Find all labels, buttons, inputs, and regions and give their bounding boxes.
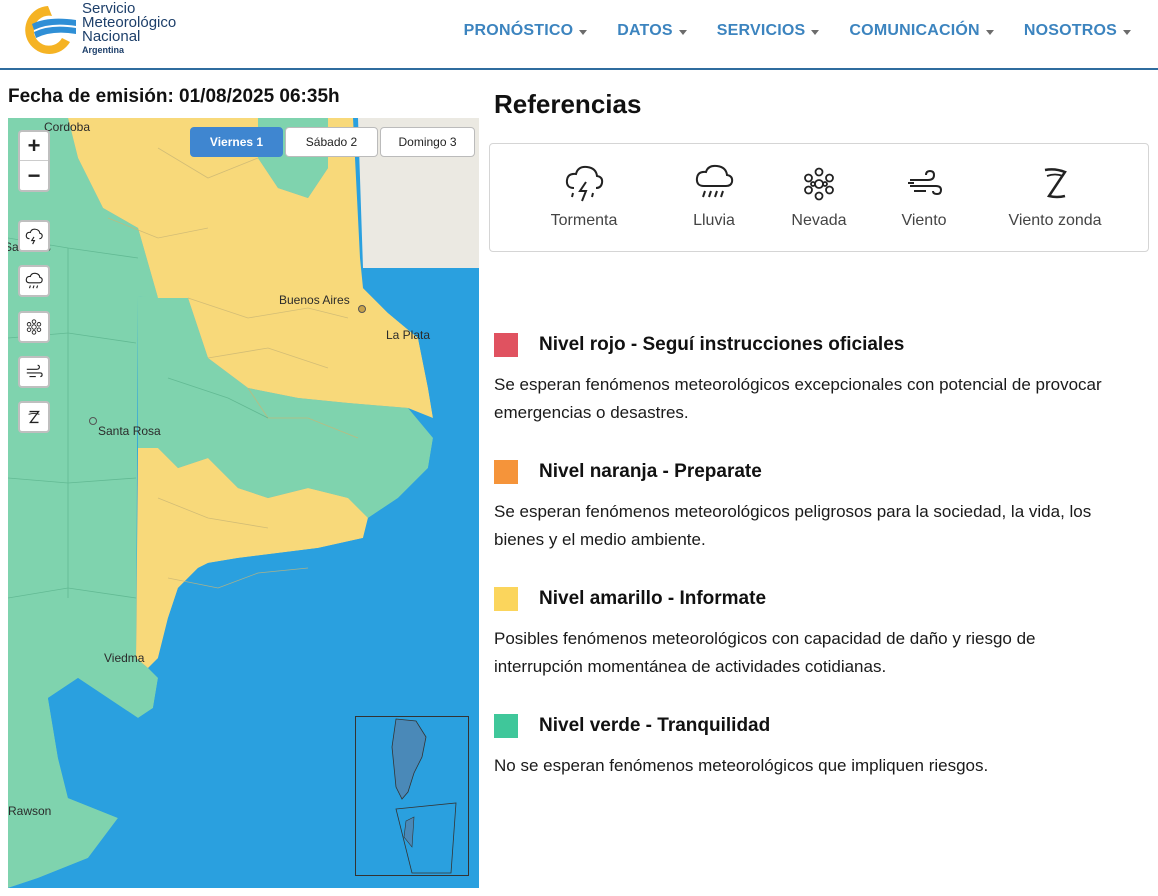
nav-comunicacion[interactable]: COMUNICACIÓN: [834, 22, 1008, 40]
site-header: Servicio Meteorológico Nacional Argentin…: [0, 0, 1158, 70]
legend-label: Nevada: [791, 212, 847, 229]
main-nav: PRONÓSTICO DATOS SERVICIOS COMUNICACIÓN …: [449, 22, 1146, 40]
level-swatch-red: [494, 333, 518, 357]
zoom-out-button[interactable]: −: [20, 161, 48, 190]
references-title: Referencias: [494, 89, 642, 119]
legend-item-rain: Lluvia: [659, 164, 769, 230]
legend-item-wind: Viento: [869, 164, 979, 230]
city-label-rawson: Rawson: [8, 804, 52, 818]
emission-date: Fecha de emisión: 01/08/2025 06:35h: [8, 86, 340, 107]
logo-line-3: Nacional: [82, 28, 141, 45]
legend-label: Tormenta: [550, 212, 618, 229]
nav-label: COMUNICACIÓN: [849, 22, 980, 39]
caret-down-icon: [579, 29, 588, 35]
filter-zonda-button[interactable]: [18, 401, 50, 433]
caret-down-icon: [811, 29, 820, 35]
zonda-icon: [28, 410, 40, 424]
city-label-viedma: Viedma: [104, 651, 145, 665]
wind-icon: [26, 364, 43, 378]
level-swatch-orange: [494, 460, 518, 484]
city-label-santa-rosa: Santa Rosa: [98, 424, 161, 438]
smn-logo[interactable]: Servicio Meteorológico Nacional Argentin…: [14, 0, 204, 62]
level-title: Nivel verde - Tranquilidad: [539, 715, 771, 736]
rain-icon: [25, 272, 43, 289]
caret-down-icon: [985, 29, 994, 35]
legend-item-zonda: Viento zonda: [1000, 164, 1110, 230]
caret-down-icon: [678, 29, 687, 35]
legend-item-storm: Tormenta: [529, 164, 639, 230]
logo-wordmark: Servicio Meteorológico Nacional Argentin…: [82, 1, 176, 55]
snow-icon: [26, 319, 42, 335]
nav-datos[interactable]: DATOS: [602, 22, 702, 40]
tab-day-2[interactable]: Sábado 2: [285, 127, 378, 157]
city-marker-buenos-aires: [358, 305, 366, 313]
level-description: Se esperan fenómenos meteorológicos peli…: [494, 502, 1092, 549]
level-description: No se esperan fenómenos meteorológicos q…: [494, 756, 989, 775]
city-label-la-plata: La Plata: [386, 328, 431, 342]
level-title: Nivel rojo - Seguí instrucciones oficial…: [539, 334, 905, 355]
references-legend: Tormenta Lluvia Nevada Viento Viento zon…: [489, 143, 1149, 252]
tab-day-3[interactable]: Domingo 3: [380, 127, 475, 157]
storm-icon: [565, 165, 604, 202]
alert-map[interactable]: Cordoba San Luis Buenos Aires La Plata S…: [8, 118, 479, 888]
level-description: Se esperan fenómenos meteorológicos exce…: [494, 375, 1102, 422]
nav-label: NOSOTROS: [1023, 22, 1117, 39]
filter-rain-button[interactable]: [18, 265, 50, 297]
nav-servicios[interactable]: SERVICIOS: [702, 22, 835, 40]
level-swatch-yellow: [494, 587, 518, 611]
filter-storm-button[interactable]: [18, 220, 50, 252]
minimap-argentina-shape: [391, 718, 457, 874]
snow-icon: [804, 167, 834, 201]
legend-item-snow: Nevada: [764, 164, 874, 230]
level-swatch-green: [494, 714, 518, 738]
nav-label: PRONÓSTICO: [463, 22, 574, 39]
nav-label: DATOS: [617, 22, 673, 39]
legend-label: Viento: [901, 212, 947, 229]
city-label-buenos-aires: Buenos Aires: [279, 293, 350, 307]
city-marker-santa-rosa: [89, 417, 97, 425]
storm-icon: [25, 228, 43, 245]
zoom-control: + −: [18, 130, 50, 192]
nav-pronostico[interactable]: PRONÓSTICO: [449, 22, 603, 40]
logo-line-4: Argentina: [82, 45, 125, 55]
city-label-cordoba: Cordoba: [44, 120, 91, 134]
filter-wind-button[interactable]: [18, 356, 50, 388]
zonda-icon: [1044, 168, 1067, 199]
overview-minimap[interactable]: [355, 716, 469, 876]
caret-down-icon: [1123, 29, 1131, 35]
filter-snow-button[interactable]: [18, 311, 50, 343]
smn-logo-icon: [25, 6, 76, 54]
legend-label: Lluvia: [693, 212, 735, 229]
wind-icon: [908, 169, 943, 196]
day-selector: Viernes 1 Sábado 2 Domingo 3: [190, 127, 475, 157]
level-title: Nivel naranja - Preparate: [539, 461, 762, 482]
level-title: Nivel amarillo - Informate: [539, 588, 767, 609]
nav-label: SERVICIOS: [716, 22, 806, 39]
nav-nosotros[interactable]: NOSOTROS: [1009, 22, 1146, 40]
rain-icon: [695, 164, 734, 198]
zoom-in-button[interactable]: +: [20, 132, 48, 161]
legend-label: Viento zonda: [1008, 212, 1102, 229]
level-description: Posibles fenómenos meteorológicos con ca…: [494, 629, 1036, 676]
tab-day-1[interactable]: Viernes 1: [190, 127, 283, 157]
